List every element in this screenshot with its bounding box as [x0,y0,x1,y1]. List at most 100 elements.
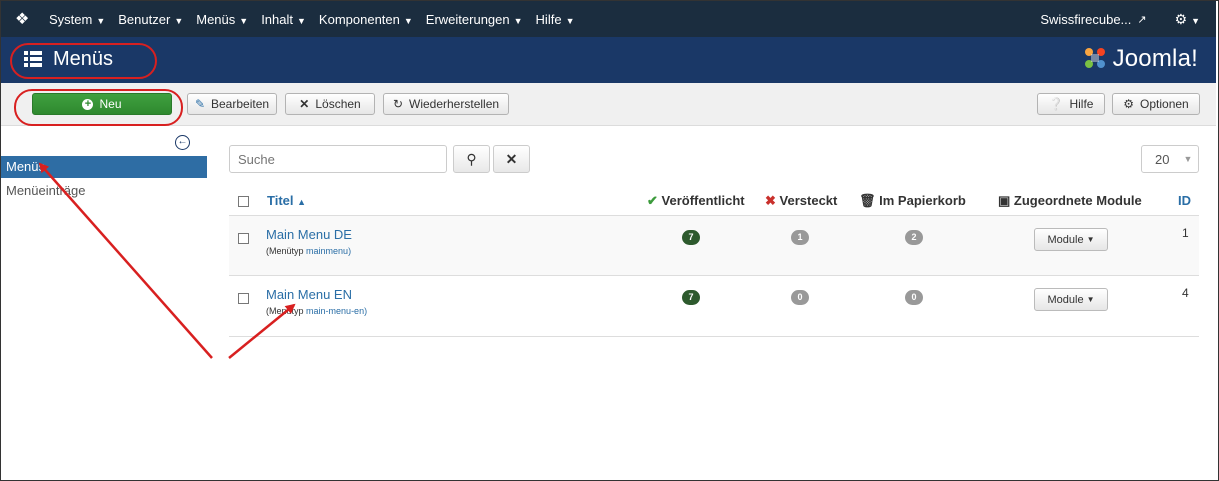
header-label: Versteckt [779,193,838,208]
header-label: ID [1178,193,1191,208]
menu-label: Inhalt [261,11,293,27]
menutype-label: (Menütyp [266,246,304,256]
menu-components[interactable]: Komponenten ▼ [319,12,413,27]
menu-label: Komponenten [318,11,400,27]
edit-label: Bearbeiten [211,97,270,111]
help-button[interactable]: ❔ Hilfe [1037,93,1105,115]
published-badge[interactable]: 7 [682,230,700,245]
options-button[interactable]: ⚙ Optionen [1112,93,1200,115]
modules-dropdown[interactable]: Module ▼ [1034,288,1108,311]
new-button[interactable]: + Neu [32,93,172,115]
header-label: Veröffentlicht [661,193,745,208]
row-id: 4 [1182,286,1189,300]
external-link-icon: ↗ [1137,13,1147,26]
plus-circle-icon: + [82,98,94,110]
joomla-logo: Joomla! [1083,45,1198,73]
close-icon: ✕ [299,97,310,111]
header-modules: ▣ Zugeordnete Module [998,193,1142,209]
menutype-label: (Menütyp [266,306,304,316]
row-checkbox[interactable] [238,233,249,244]
menu-label: Hilfe [535,11,562,27]
collapse-sidebar-icon[interactable]: ← [175,135,190,150]
gear-icon[interactable]: ⚙ ▼ [1175,11,1200,28]
trash-icon: 🗑 [859,193,876,208]
edit-icon: ✎ [194,97,205,111]
limit-value: 20 [1155,151,1170,167]
menu-menus[interactable]: Menüs ▼ [196,12,248,27]
select-all-checkbox[interactable] [238,196,249,207]
header-trashed: 🗑 Im Papierkorb [859,193,966,209]
caret-down-icon: ▼ [403,15,413,26]
sidebar-item-menu-items[interactable]: Menüeinträge [1,180,207,202]
page-title: Menüs [53,48,114,70]
navbar-right: Swissfirecube... ↗ ⚙ ▼ [1040,1,1200,37]
header-label: Titel [267,193,294,208]
sort-id[interactable]: ID [1178,193,1191,208]
search-button[interactable]: ⚲ [453,145,490,173]
caret-down-icon: ▼ [1086,295,1095,304]
help-label: Hilfe [1069,97,1094,111]
joomla-logo-icon [1084,48,1105,68]
close-icon: ✕ [505,150,518,167]
options-label: Optionen [1140,97,1189,111]
delete-label: Löschen [315,97,361,111]
menu-users[interactable]: Benutzer ▼ [118,12,183,27]
gear-icon: ⚙ [1123,97,1135,111]
menu-label: Erweiterungen [425,11,510,27]
trashed-badge[interactable]: 0 [905,290,923,305]
sidebar-item-label: Menüeinträge [6,183,86,198]
menu-title-link[interactable]: Main Menu EN [266,287,352,302]
table-header: Titel ▲ ✔ Veröffentlicht ✖ Versteckt 🗑 I… [229,187,1199,215]
table-row: Main Menu DE (Menütyp mainmenu) 7 1 2 Mo… [229,215,1199,276]
sort-asc-icon: ▲ [297,197,307,207]
search-input[interactable] [229,145,447,173]
search-icon: ⚲ [466,150,477,167]
caret-down-icon: ▼ [96,15,106,26]
row-id: 1 [1182,226,1189,240]
menutype-text: (Menütyp main-menu-en) [266,306,367,316]
caret-down-icon: ▼ [297,15,306,26]
unpublished-badge[interactable]: 0 [791,290,809,305]
caret-down-icon: ▼ [174,15,184,26]
header-label: Zugeordnete Module [1013,193,1142,208]
menu-label: System [49,11,93,27]
clear-button[interactable]: ✕ [493,145,530,173]
sidebar-item-menus[interactable]: Menüs [1,156,207,178]
delete-button[interactable]: ✕ Löschen [285,93,375,115]
brand-text: Joomla! [1112,45,1198,72]
modules-label: Module [1047,233,1084,246]
caret-down-icon: ▼ [513,15,523,26]
top-navbar: ❖ System ▼ Benutzer ▼ Menüs ▼ Inhalt ▼ Kompo… [1,1,1216,37]
toolbar: + Neu ✎ Bearbeiten ✕ Löschen ↻ Wiederherstel… [1,83,1216,126]
trashed-badge[interactable]: 2 [905,230,923,245]
sort-title[interactable]: Titel ▲ [267,193,306,208]
menu-label: Menüs [196,11,236,27]
refresh-icon: ↻ [392,97,403,111]
published-badge[interactable]: 7 [682,290,700,305]
menutype-value: mainmenu) [306,246,352,256]
unpublished-badge[interactable]: 1 [791,230,809,245]
new-label: Neu [99,97,122,111]
menu-extensions[interactable]: Erweiterungen ▼ [426,12,523,27]
rebuild-label: Wiederherstellen [409,97,500,111]
menu-system[interactable]: System ▼ [49,12,105,27]
menu-help[interactable]: Hilfe ▼ [536,12,575,27]
row-checkbox[interactable] [238,293,249,304]
edit-button[interactable]: ✎ Bearbeiten [187,93,277,115]
menu-title-link[interactable]: Main Menu DE [266,227,352,242]
modules-label: Module [1047,293,1084,306]
modules-dropdown[interactable]: Module ▼ [1034,228,1108,251]
rebuild-button[interactable]: ↻ Wiederherstellen [383,93,509,115]
table-row: Main Menu EN (Menütyp main-menu-en) 7 0 … [229,275,1199,337]
question-icon: ❔ [1048,97,1064,111]
joomla-icon[interactable]: ❖ [15,9,29,29]
check-icon: ✔ [647,193,658,208]
page-header: Menüs Joomla! [1,37,1216,83]
chevron-down-icon: ▼ [1183,154,1193,164]
menu-content[interactable]: Inhalt ▼ [261,12,306,27]
caret-down-icon: ▼ [239,15,249,26]
sidebar-item-label: Menüs [6,159,46,174]
caret-down-icon: ▼ [1086,235,1095,244]
limit-select[interactable]: 20 ▼ [1141,145,1199,173]
site-link[interactable]: Swissfirecube... [1040,12,1131,27]
